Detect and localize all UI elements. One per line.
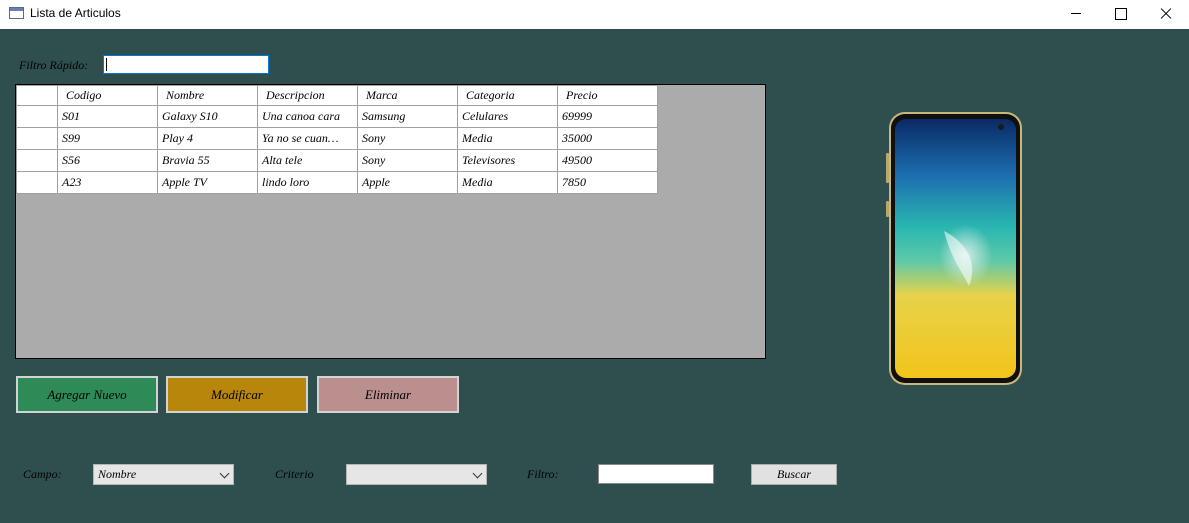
cell-marca[interactable]: Sony xyxy=(357,127,458,150)
campo-selected-value: Nombre xyxy=(98,467,137,481)
articles-grid[interactable]: Codigo Nombre Descripcion Marca Categori… xyxy=(15,84,766,359)
cell-categoria[interactable]: Media xyxy=(457,171,558,194)
filtro-input[interactable] xyxy=(598,464,714,484)
cell-categoria[interactable]: Televisores xyxy=(457,149,558,172)
quick-filter-label: Filtro Rápido: xyxy=(19,58,89,72)
row-header[interactable] xyxy=(16,127,58,150)
window-app-icon xyxy=(9,7,24,19)
articles-table: Codigo Nombre Descripcion Marca Categori… xyxy=(16,85,658,194)
window-title: Lista de Articulos xyxy=(30,6,121,20)
quick-filter-input[interactable] xyxy=(103,55,269,74)
table-row[interactable]: S99 Play 4 Ya no se cuan… Sony Media 350… xyxy=(16,127,658,150)
cell-nombre[interactable]: Apple TV xyxy=(157,171,258,194)
table-row[interactable]: A23 Apple TV lindo loro Apple Media 7850 xyxy=(16,171,658,194)
close-button[interactable] xyxy=(1143,0,1189,29)
cell-nombre[interactable]: Bravia 55 xyxy=(157,149,258,172)
cell-codigo[interactable]: S56 xyxy=(57,149,158,172)
cell-precio[interactable]: 7850 xyxy=(557,171,658,194)
search-button[interactable]: Buscar xyxy=(751,464,837,485)
add-new-button[interactable]: Agregar Nuevo xyxy=(16,376,158,413)
maximize-button[interactable] xyxy=(1097,0,1143,29)
smartphone-product-image xyxy=(886,112,1022,385)
campo-label: Campo: xyxy=(23,467,62,481)
column-header-precio[interactable]: Precio xyxy=(557,85,658,106)
table-header-row: Codigo Nombre Descripcion Marca Categori… xyxy=(16,85,658,106)
minimize-button[interactable] xyxy=(1053,0,1099,29)
cell-codigo[interactable]: S01 xyxy=(57,105,158,128)
cell-precio[interactable]: 69999 xyxy=(557,105,658,128)
row-header[interactable] xyxy=(16,149,58,172)
cell-codigo[interactable]: A23 xyxy=(57,171,158,194)
delete-button[interactable]: Eliminar xyxy=(317,376,459,413)
modify-button[interactable]: Modificar xyxy=(166,376,308,413)
table-row[interactable]: S01 Galaxy S10 Una canoa cara Samsung Ce… xyxy=(16,105,658,128)
row-header-corner[interactable] xyxy=(16,85,58,106)
column-header-codigo[interactable]: Codigo xyxy=(57,85,158,106)
cell-precio[interactable]: 35000 xyxy=(557,127,658,150)
cell-categoria[interactable]: Media xyxy=(457,127,558,150)
cell-nombre[interactable]: Galaxy S10 xyxy=(157,105,258,128)
cell-marca[interactable]: Sony xyxy=(357,149,458,172)
criterio-label: Criterio xyxy=(275,467,314,481)
column-header-nombre[interactable]: Nombre xyxy=(157,85,258,106)
cell-marca[interactable]: Apple xyxy=(357,171,458,194)
criterio-dropdown[interactable] xyxy=(346,464,487,485)
chevron-down-icon xyxy=(219,468,230,479)
row-header[interactable] xyxy=(16,105,58,128)
table-row[interactable]: S56 Bravia 55 Alta tele Sony Televisores… xyxy=(16,149,658,172)
cell-descripcion[interactable]: Alta tele xyxy=(257,149,358,172)
title-bar: Lista de Articulos xyxy=(0,0,1189,29)
cell-categoria[interactable]: Celulares xyxy=(457,105,558,128)
campo-dropdown[interactable]: Nombre xyxy=(93,464,234,485)
cell-precio[interactable]: 49500 xyxy=(557,149,658,172)
column-header-categoria[interactable]: Categoria xyxy=(457,85,558,106)
column-header-descripcion[interactable]: Descripcion xyxy=(257,85,358,106)
cell-descripcion[interactable]: Una canoa cara xyxy=(257,105,358,128)
filtro-label: Filtro: xyxy=(527,467,559,481)
cell-descripcion[interactable]: lindo loro xyxy=(257,171,358,194)
chevron-down-icon xyxy=(472,468,483,479)
row-header[interactable] xyxy=(16,171,58,194)
column-header-marca[interactable]: Marca xyxy=(357,85,458,106)
text-caret xyxy=(106,58,107,71)
cell-codigo[interactable]: S99 xyxy=(57,127,158,150)
cell-nombre[interactable]: Play 4 xyxy=(157,127,258,150)
cell-descripcion[interactable]: Ya no se cuan… xyxy=(257,127,358,150)
cell-marca[interactable]: Samsung xyxy=(357,105,458,128)
